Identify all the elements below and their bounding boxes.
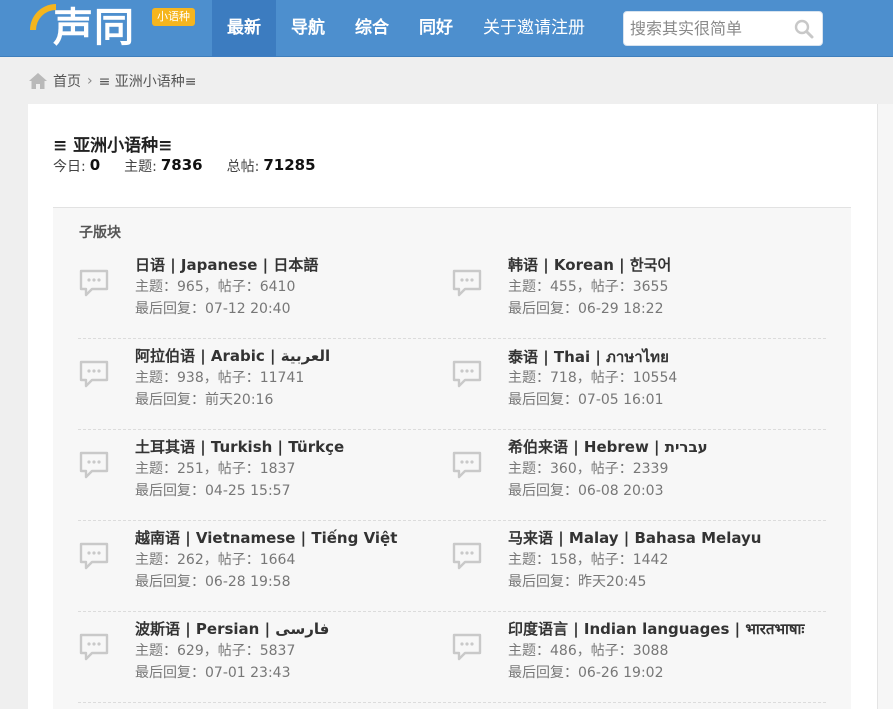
subforum-item[interactable]: 土耳其语 | Turkish | Türkçe 主题：251，帖子：1837 最… <box>78 430 451 521</box>
subforum-name[interactable]: 印度语言 | Indian languages | भारतभाषाः <box>508 618 804 639</box>
breadcrumb-separator: › <box>87 73 93 89</box>
subforum-row: 土耳其语 | Turkish | Türkçe 主题：251，帖子：1837 最… <box>78 430 826 521</box>
subforum-last-reply: 最后回复：07-01 23:43 <box>135 665 291 681</box>
subforum-stats: 主题：629，帖子：5837 <box>135 643 296 659</box>
topics-label: 主题: <box>124 159 157 175</box>
subforum-stats: 主题：965，帖子：6410 <box>135 279 296 295</box>
subforum-stats: 主题：718，帖子：10554 <box>508 370 678 386</box>
nav-item-general[interactable]: 综合 <box>340 0 404 57</box>
subforum-grid: 日语 | Japanese | 日本語 主题：965，帖子：6410 最后回复：… <box>78 248 826 703</box>
subforum-name[interactable]: 阿拉伯语 | Arabic | العربية <box>135 345 330 366</box>
posts-count: 71285 <box>263 156 316 174</box>
subforum-name[interactable]: 越南语 | Vietnamese | Tiếng Việt <box>135 527 397 548</box>
nav-item-latest[interactable]: 最新 <box>212 0 276 57</box>
chat-bubble-icon <box>452 542 482 570</box>
subforum-heading: 子版块 <box>79 225 121 241</box>
subforum-last-reply: 最后回复：06-08 20:03 <box>508 483 664 499</box>
subforum-name[interactable]: 土耳其语 | Turkish | Türkçe <box>135 436 344 457</box>
subforum-last-reply: 最后回复：07-05 16:01 <box>508 392 664 408</box>
subforum-stats: 主题：486，帖子：3088 <box>508 643 669 659</box>
nav-item-hobby[interactable]: 同好 <box>404 0 468 57</box>
forum-title: ≡ 亚洲小语种≡ <box>53 136 173 156</box>
subforum-name[interactable]: 日语 | Japanese | 日本語 <box>135 254 318 275</box>
subforum-row: 越南语 | Vietnamese | Tiếng Việt 主题：262，帖子：… <box>78 521 826 612</box>
chat-bubble-icon <box>452 360 482 388</box>
breadcrumb-current[interactable]: ≡ 亚洲小语种≡ <box>99 71 197 91</box>
chat-bubble-icon <box>79 360 109 388</box>
subforum-item[interactable]: 希伯来语 | Hebrew | עברית 主题：360，帖子：2339 最后回… <box>451 430 824 521</box>
subforum-item[interactable]: 波斯语 | Persian | فارسی 主题：629，帖子：5837 最后回… <box>78 612 451 703</box>
search-input[interactable] <box>624 12 789 45</box>
subforum-section: 子版块 日语 | Japanese | 日本語 主题：965，帖子：6410 最… <box>53 207 851 709</box>
subforum-last-reply: 最后回复：昨天20:45 <box>508 574 647 590</box>
subforum-name[interactable]: 马来语 | Malay | Bahasa Melayu <box>508 527 761 548</box>
page-right-gutter <box>877 104 893 709</box>
nav-item-navigation[interactable]: 导航 <box>276 0 340 57</box>
subforum-last-reply: 最后回复：04-25 15:57 <box>135 483 291 499</box>
site-logo[interactable]: 声同 小语种 <box>28 2 198 56</box>
subforum-item[interactable]: 泰语 | Thai | ภาษาไทย 主题：718，帖子：10554 最后回复… <box>451 339 824 430</box>
subforum-last-reply: 最后回复：06-26 19:02 <box>508 665 664 681</box>
chat-bubble-icon <box>79 633 109 661</box>
today-label: 今日: <box>53 159 86 175</box>
subforum-row: 日语 | Japanese | 日本語 主题：965，帖子：6410 最后回复：… <box>78 248 826 339</box>
subforum-stats: 主题：262，帖子：1664 <box>135 552 296 568</box>
subforum-item[interactable]: 马来语 | Malay | Bahasa Melayu 主题：158，帖子：14… <box>451 521 824 612</box>
subforum-item[interactable]: 韩语 | Korean | 한국어 主题：455，帖子：3655 最后回复：06… <box>451 248 824 339</box>
subforum-stats: 主题：251，帖子：1837 <box>135 461 296 477</box>
chat-bubble-icon <box>79 542 109 570</box>
breadcrumb: 首页 › ≡ 亚洲小语种≡ <box>28 71 197 91</box>
forum-stats: 今日: 0 主题: 7836 总帖: 71285 <box>53 156 340 176</box>
logo-badge: 小语种 <box>152 8 195 26</box>
subforum-name[interactable]: 波斯语 | Persian | فارسی <box>135 618 329 639</box>
subforum-last-reply: 最后回复：前天20:16 <box>135 392 274 408</box>
subforum-item[interactable]: 日语 | Japanese | 日本語 主题：965，帖子：6410 最后回复：… <box>78 248 451 339</box>
search-icon[interactable] <box>794 19 814 39</box>
subforum-name[interactable]: 韩语 | Korean | 한국어 <box>508 254 671 275</box>
chat-bubble-icon <box>452 451 482 479</box>
chat-bubble-icon <box>452 633 482 661</box>
subforum-item[interactable]: 越南语 | Vietnamese | Tiếng Việt 主题：262，帖子：… <box>78 521 451 612</box>
chat-bubble-icon <box>79 269 109 297</box>
subforum-row: 阿拉伯语 | Arabic | العربية 主题：938，帖子：11741 … <box>78 339 826 430</box>
forum-panel: ≡ 亚洲小语种≡ 今日: 0 主题: 7836 总帖: 71285 子版块 日语… <box>28 104 877 709</box>
topics-count: 7836 <box>160 156 203 174</box>
subforum-last-reply: 最后回复：06-29 18:22 <box>508 301 664 317</box>
subforum-row: 波斯语 | Persian | فارسی 主题：629，帖子：5837 最后回… <box>78 612 826 703</box>
chat-bubble-icon <box>79 451 109 479</box>
today-count: 0 <box>89 156 101 174</box>
subforum-stats: 主题：360，帖子：2339 <box>508 461 669 477</box>
posts-label: 总帖: <box>226 159 260 175</box>
subforum-stats: 主题：938，帖子：11741 <box>135 370 305 386</box>
chat-bubble-icon <box>452 269 482 297</box>
top-bar: 声同 小语种 最新 导航 综合 同好 关于邀请注册 <box>0 0 893 57</box>
subforum-item[interactable]: 印度语言 | Indian languages | भारतभाषाः 主题：4… <box>451 612 824 703</box>
subforum-last-reply: 最后回复：06-28 19:58 <box>135 574 291 590</box>
breadcrumb-home-link[interactable]: 首页 <box>53 71 81 91</box>
subforum-stats: 主题：158，帖子：1442 <box>508 552 669 568</box>
home-icon <box>29 73 47 89</box>
subforum-item[interactable]: 阿拉伯语 | Arabic | العربية 主题：938，帖子：11741 … <box>78 339 451 430</box>
subforum-name[interactable]: 泰语 | Thai | ภาษาไทย <box>508 345 669 369</box>
search-box <box>623 11 823 46</box>
subforum-name[interactable]: 希伯来语 | Hebrew | עברית <box>508 436 708 457</box>
logo-text: 声同 <box>53 5 135 51</box>
nav-item-invite[interactable]: 关于邀请注册 <box>468 0 600 57</box>
main-nav: 最新 导航 综合 同好 关于邀请注册 <box>212 0 600 57</box>
subforum-last-reply: 最后回复：07-12 20:40 <box>135 301 291 317</box>
subforum-stats: 主题：455，帖子：3655 <box>508 279 669 295</box>
